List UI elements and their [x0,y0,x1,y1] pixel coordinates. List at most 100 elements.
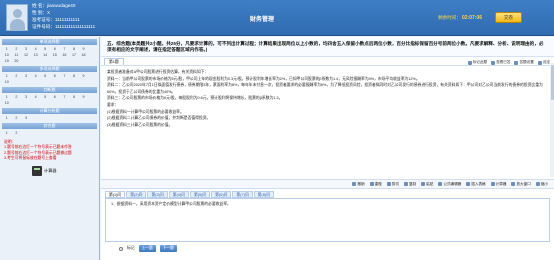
scroll-thumb[interactable] [550,65,554,100]
legend-notes: 说明： 1.题号前右边打一个符号表示已题未作答 2.题号前右边打一个符号表示已题… [2,138,97,164]
redo-icon [369,182,374,186]
header-bar: 姓 名：jiaowudage40 性 别：X 准考证号：11111111111 … [0,0,554,36]
question-number[interactable]: 1 [2,130,12,136]
candidate-name: 姓 名：jiaowudage40 [32,3,76,8]
tab-answer-part-8[interactable]: 第(8)问 [253,191,274,198]
tab-answer-part-7[interactable]: 第(7)问 [232,191,253,198]
scissors-icon [386,182,391,186]
paste-button[interactable]: 粘贴 [421,182,433,187]
cut-button[interactable]: 剪切 [386,182,399,187]
next-question-button[interactable]: 下一题 [159,245,177,252]
question-number[interactable]: 5 [40,94,50,100]
mark-question-button[interactable]: 标记此题 [467,60,487,65]
section-title[interactable]: 判断题 [2,87,97,93]
question-number[interactable]: 3 [21,73,31,79]
question-number[interactable]: 13 [31,52,41,58]
question-number[interactable]: 2 [12,73,22,79]
question-number[interactable]: 2 [12,94,22,100]
calculator-label: 计算器 [44,167,57,173]
list-icon [491,60,496,65]
question-number[interactable]: 4 [31,94,41,100]
section-title[interactable]: 综合题 [2,123,97,129]
question-number[interactable]: 9 [79,73,89,79]
formula-editor-button[interactable]: 公式编辑器 [438,182,461,187]
candidate-gender: 性 别：X [32,10,51,15]
mark-checkbox[interactable] [119,246,123,251]
question-number[interactable]: 20 [12,58,22,64]
settings-button[interactable]: 设定 [537,60,550,65]
undo-icon [352,182,357,186]
question-number[interactable]: 10 [2,100,12,106]
question-number[interactable]: 8 [69,73,79,79]
view-answered-button[interactable]: 查看已答 [491,60,510,65]
question-number[interactable]: 6 [50,94,60,100]
question-number[interactable]: 17 [69,52,79,58]
question-number-grid: 123 [0,115,99,121]
stem-paragraph: 资料一：当前甲公司股票的市场价格为5元/股，甲公司上年的现金股利为0.3元/股，… [107,76,420,81]
question-number[interactable]: 9 [79,94,89,100]
prev-question-button[interactable]: 上一题 [138,245,156,252]
question-number[interactable]: 6 [50,73,60,79]
tab-answer-part-5[interactable]: 第(5)问 [189,191,211,198]
tab-answer-part-2[interactable]: 第(2)问 [126,191,147,198]
question-number[interactable]: 5 [40,73,50,79]
answer-calculator-button[interactable]: 计算器 [490,182,506,187]
stem-paragraph: (3)根据资料三计算乙公司股票的价值。 [107,123,173,128]
question-number-grid: 1 2 3 4 5 6 7 8 9 10 [0,73,99,85]
question-number[interactable]: 1 [2,115,12,121]
section-title[interactable]: 计算分析题 [2,108,97,114]
undo-button[interactable]: 撤销 [352,182,365,187]
question-number[interactable]: 10 [2,79,12,85]
nav-section-comprehensive: 综合题 12 [0,123,99,136]
timer-label: 剩余时间： [438,15,461,20]
question-number[interactable]: 12 [21,52,31,58]
question-panel: 五、综合题(本类题共2小题，共25分，凡要求计算的，可不列出计算过程；计算结果出… [101,37,554,260]
question-scrollbar[interactable] [550,63,554,177]
question-number[interactable]: 2 [12,130,22,136]
answer-prompt: 1、根据资料一，采用资本资产定价模型计算甲公司股票的必要收益率。 [111,202,231,206]
question-number[interactable]: 3 [21,94,31,100]
shrink-icon [535,182,540,186]
note-line: 3.考生可将鼠标放在题号上查看 [4,156,57,161]
question-number[interactable]: 19 [2,58,12,64]
question-number[interactable]: 8 [69,94,79,100]
settings-icon [537,60,542,65]
question-footer: 标记 上一题 下一题 [119,245,177,252]
tab-answer-part-4[interactable]: 第(4)问 [168,191,189,198]
question-number[interactable]: 3 [21,115,31,121]
answer-settings-button[interactable]: 答题设置 [514,60,534,65]
nav-section-true-false: 判断题 1 2 3 4 5 6 7 8 9 10 [0,87,99,106]
copy-button[interactable]: 复制 [403,182,416,187]
shrink-window-button[interactable]: 缩小 [535,182,548,187]
stem-paragraph: 要求： [107,103,119,108]
enlarge-icon [511,182,516,186]
question-number[interactable]: 2 [12,115,22,121]
countdown-timer: 02:07:06 [462,15,483,21]
question-number[interactable]: 14 [40,52,50,58]
question-number[interactable]: 15 [50,52,60,58]
nav-section-multiple-choice: 多项选择题 1 2 3 4 5 6 7 8 9 10 [0,66,99,85]
insert-table-button[interactable]: 插入表格 [466,182,486,187]
question-number[interactable]: 4 [31,73,41,79]
question-number[interactable]: 18 [79,52,89,58]
enlarge-window-button[interactable]: 放大窗口 [511,182,531,187]
answer-toolbar: 撤销 重做 剪切 复制 粘贴 公式编辑器 插入表格 计算器 放大窗口 缩小 [101,179,554,189]
question-number-grid: 1 2 3 4 5 6 7 8 9 10 11 12 13 14 15 16 17 18 19 20 [0,46,99,64]
section-title[interactable]: 单项选择题 [2,39,97,45]
tab-answer-part-1[interactable]: 第(1)问 [105,191,126,198]
tab-answer-part-6[interactable]: 第(6)问 [211,191,232,198]
mark-label: 标记 [127,246,135,250]
tab-answer-part-3[interactable]: 第(3)问 [147,191,168,198]
question-number[interactable]: 7 [60,94,70,100]
redo-button[interactable]: 重做 [369,182,382,187]
question-number[interactable]: 7 [60,73,70,79]
calculator-button[interactable]: 计算器 [32,165,67,176]
tab-question-1[interactable]: 第1题 [104,58,124,65]
submit-exam-button[interactable]: 交卷 [495,12,522,23]
question-number[interactable]: 16 [60,52,70,58]
formula-icon [438,182,443,186]
answer-editor[interactable]: 1、根据资料一，采用资本资产定价模型计算甲公司股票的必要收益率。 [105,198,550,242]
nav-section-single-choice: 单项选择题 1 2 3 4 5 6 7 8 9 10 11 12 13 14 15 16 17 18 19 20 [0,39,99,64]
stem-paragraph: 某投资者准备对A甲公司股票进行投资估算，有关资料如下： [107,70,209,74]
section-title[interactable]: 多项选择题 [2,66,97,72]
